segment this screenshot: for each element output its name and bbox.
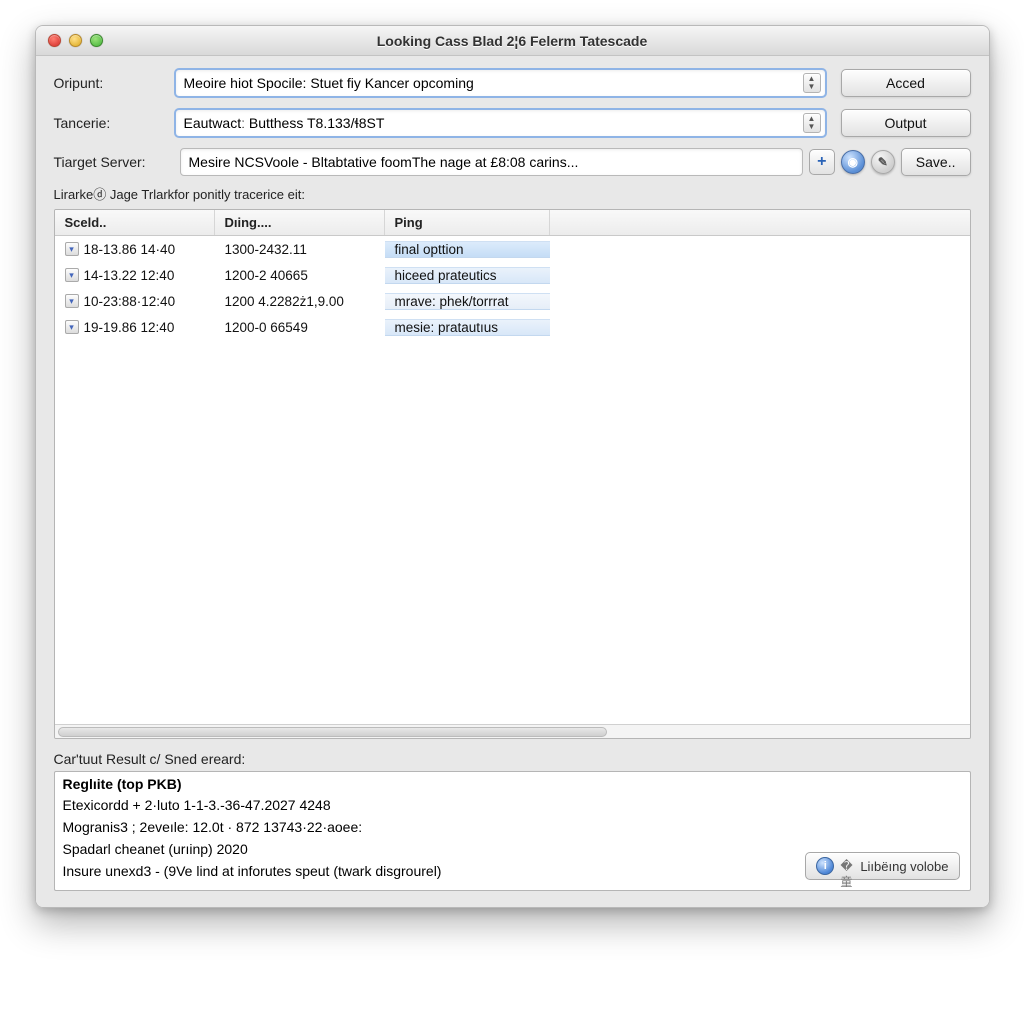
list-heading: Lirarkeⓓ Jage Trlarkfor ponitly traceric… bbox=[54, 184, 971, 203]
cell: 14-13.22 12:40 bbox=[84, 268, 175, 283]
col-diing[interactable]: Dıing.... bbox=[215, 210, 385, 235]
ping-cell: mesie: pratautıus bbox=[385, 319, 550, 336]
ping-cell: final opttion bbox=[385, 241, 550, 258]
table-row[interactable]: ▾ 19-19.86 12:40 1200-0 66549 mesie: prat… bbox=[55, 314, 970, 340]
target-value: Mesire NCSVoole - Bltabtative foomThe na… bbox=[189, 154, 579, 170]
row-icon: ▾ bbox=[65, 242, 79, 256]
oripunt-label: Oripunt: bbox=[54, 75, 174, 91]
content-area: Oripunt: Meoire hiot Spocile: Stuet fiy … bbox=[36, 56, 989, 907]
titlebar: Looking Cass Blad 2¦6 Felerm Tatescade bbox=[36, 26, 989, 56]
traffic-lights bbox=[48, 34, 103, 47]
oripunt-combo[interactable]: Meoire hiot Spocile: Stuet fiy Kancer op… bbox=[174, 68, 827, 98]
row-target: Tiarget Server: Mesire NCSVoole - Bltabt… bbox=[54, 148, 971, 176]
acced-button[interactable]: Acced bbox=[841, 69, 971, 97]
stepper-icon[interactable] bbox=[803, 113, 821, 133]
minimize-icon[interactable] bbox=[69, 34, 82, 47]
linbeing-label: Liıbёıng volobe bbox=[860, 859, 948, 874]
info-icon: i bbox=[816, 857, 834, 875]
table-row[interactable]: ▾ 18-13.86 14·40 1300-2432.11 final optti… bbox=[55, 236, 970, 262]
cell: 18-13.86 14·40 bbox=[84, 242, 176, 257]
tancerie-label: Tancerie: bbox=[54, 115, 174, 131]
row-icon: ▾ bbox=[65, 320, 79, 334]
result-label: Car'tuut Result c/ Sned ereard: bbox=[54, 751, 971, 767]
table-row[interactable]: ▾ 14-13.22 12:40 1200-2 40665 hiceed prat… bbox=[55, 262, 970, 288]
zoom-icon[interactable] bbox=[90, 34, 103, 47]
scroll-thumb[interactable] bbox=[58, 727, 607, 737]
col-blank[interactable] bbox=[550, 210, 970, 235]
cell: 1200-0 66549 bbox=[215, 320, 385, 335]
cell: 19-19.86 12:40 bbox=[84, 320, 175, 335]
output-button[interactable]: Output bbox=[841, 109, 971, 137]
result-line: Etexicordd + 2·luto 1-1-3.-36-47.2027 42… bbox=[63, 794, 962, 816]
row-tancerie: Tancerie: Eautwactː Butthess T8.133/ɬ8ST… bbox=[54, 108, 971, 138]
window-title: Looking Cass Blad 2¦6 Felerm Tatescade bbox=[46, 33, 979, 49]
row-oripunt: Oripunt: Meoire hiot Spocile: Stuet fiy … bbox=[54, 68, 971, 98]
linbeing-button[interactable]: i �童 Liıbёıng volobe bbox=[805, 852, 959, 880]
target-label: Tiarget Server: bbox=[54, 154, 174, 170]
table-body[interactable]: ▾ 18-13.86 14·40 1300-2432.11 final optti… bbox=[55, 236, 970, 724]
cell: 1200-2 40665 bbox=[215, 268, 385, 283]
add-button[interactable]: + bbox=[809, 149, 835, 175]
ping-cell: mrave: phek/torrrat bbox=[385, 293, 550, 310]
tancerie-value: Eautwactː Butthess T8.133/ɬ8ST bbox=[184, 115, 385, 131]
result-line: Mogranis3 ; 2eveıle: 12.0t · 872 13743·2… bbox=[63, 816, 962, 838]
save-button[interactable]: Save.. bbox=[901, 148, 971, 176]
stepper-icon[interactable] bbox=[803, 73, 821, 93]
close-icon[interactable] bbox=[48, 34, 61, 47]
oripunt-value: Meoire hiot Spocile: Stuet fiy Kancer op… bbox=[184, 75, 474, 91]
target-combo[interactable]: Mesire NCSVoole - Bltabtative foomThe na… bbox=[180, 148, 803, 176]
ping-cell: hiceed prateutics bbox=[385, 267, 550, 284]
gear-icon: �童 bbox=[840, 859, 854, 873]
tancerie-combo[interactable]: Eautwactː Butthess T8.133/ɬ8ST bbox=[174, 108, 827, 138]
cell: 1300-2432.11 bbox=[215, 242, 385, 257]
table-row[interactable]: ▾ 10-23:88·12:40 1200 4.2282ż1,9.00 mrave… bbox=[55, 288, 970, 314]
row-icon: ▾ bbox=[65, 294, 79, 308]
window: Looking Cass Blad 2¦6 Felerm Tatescade O… bbox=[35, 25, 990, 908]
link-icon[interactable]: ✎ bbox=[871, 150, 895, 174]
row-icon: ▾ bbox=[65, 268, 79, 282]
table-header: Sceld.. Dıing.... Ping bbox=[55, 210, 970, 236]
col-ping[interactable]: Ping bbox=[385, 210, 550, 235]
horizontal-scrollbar[interactable]: ◂ bbox=[55, 724, 970, 738]
globe-icon[interactable]: ◉ bbox=[841, 150, 865, 174]
result-head: Reglıite (top PKB) bbox=[63, 776, 962, 794]
results-table: Sceld.. Dıing.... Ping ▾ 18-13.86 14·40 1… bbox=[54, 209, 971, 739]
cell: 1200 4.2282ż1,9.00 bbox=[215, 294, 385, 309]
result-box: Reglıite (top PKB) Etexicordd + 2·luto 1… bbox=[54, 771, 971, 891]
col-sceld[interactable]: Sceld.. bbox=[55, 210, 215, 235]
cell: 10-23:88·12:40 bbox=[84, 294, 176, 309]
